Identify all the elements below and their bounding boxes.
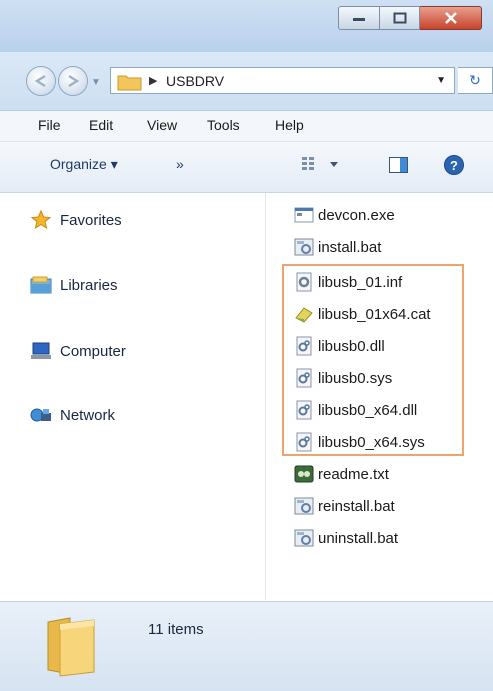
preview-pane-icon [389,157,408,173]
file-name: reinstall.bat [318,497,395,515]
back-arrow-icon [34,74,46,88]
svg-text:?: ? [450,158,458,173]
bat-icon [294,238,314,256]
network-icon [30,405,52,425]
item-count: 11 items [148,621,204,638]
minimize-button[interactable] [338,6,380,30]
nav-network[interactable]: Network [30,403,115,427]
folder-large-icon [47,617,95,677]
forward-button[interactable] [58,66,88,96]
help-icon: ? [444,155,464,175]
txt-icon [294,465,314,483]
file-item[interactable]: readme.txt [294,462,389,486]
explorer-window: ▼ ▶ USBDRV ▼ ↻ File Edit View Tools Help… [0,0,493,691]
help-button[interactable]: ? [443,154,465,179]
star-icon [30,210,52,230]
libraries-icon [30,275,52,295]
close-button[interactable] [420,6,482,30]
file-name: readme.txt [318,465,389,483]
file-name: devcon.exe [318,206,395,224]
nav-computer[interactable]: Computer [30,339,126,363]
nav-label: Computer [60,342,126,360]
address-dropdown-icon[interactable]: ▼ [436,75,446,86]
refresh-icon: ↻ [469,72,481,88]
libusb-files-highlight [282,264,464,456]
file-name: install.bat [318,238,382,256]
menu-tools[interactable]: Tools [207,117,240,133]
bat-icon [294,529,314,547]
nav-label: Libraries [60,276,118,294]
computer-icon [30,341,52,361]
more-commands-button[interactable]: » [176,156,184,172]
navigation-pane: Favorites Libraries Computer Network [0,193,266,600]
title-bar [0,0,493,53]
exe-icon [294,207,314,223]
preview-pane-button[interactable] [388,155,410,178]
minimize-icon [339,7,379,29]
command-bar: Organize ▾ » ? [0,142,493,193]
folder-icon [117,73,143,96]
organize-button[interactable]: Organize ▾ [50,156,118,173]
file-item[interactable]: uninstall.bat [294,526,398,550]
recent-pages-dropdown-icon[interactable]: ▼ [91,77,101,88]
file-name: uninstall.bat [318,529,399,547]
address-bar[interactable]: ▶ USBDRV ▼ [110,67,455,94]
close-icon [420,7,481,29]
forward-arrow-icon [68,74,80,88]
back-button[interactable] [26,66,56,96]
address-row: ▼ ▶ USBDRV ▼ ↻ [0,52,493,111]
breadcrumb-separator-icon[interactable]: ▶ [149,74,157,87]
refresh-button[interactable]: ↻ [458,67,493,94]
change-view-button[interactable] [300,154,344,177]
menu-edit[interactable]: Edit [89,117,113,133]
maximize-button[interactable] [380,6,420,30]
file-item[interactable]: devcon.exe [294,203,395,227]
menu-file[interactable]: File [38,117,61,133]
breadcrumb-usbdrv[interactable]: USBDRV [166,73,224,89]
menu-bar: File Edit View Tools Help [0,111,493,142]
details-pane: 11 items [0,601,493,691]
maximize-icon [380,7,419,29]
bat-icon [294,497,314,515]
menu-help[interactable]: Help [275,117,304,133]
file-item[interactable]: reinstall.bat [294,494,395,518]
nav-label: Favorites [60,211,122,229]
menu-view[interactable]: View [147,117,177,133]
nav-favorites[interactable]: Favorites [30,208,122,232]
nav-libraries[interactable]: Libraries [30,273,118,297]
nav-label: Network [60,406,116,424]
view-options-icon [302,157,338,170]
file-item[interactable]: install.bat [294,235,381,259]
